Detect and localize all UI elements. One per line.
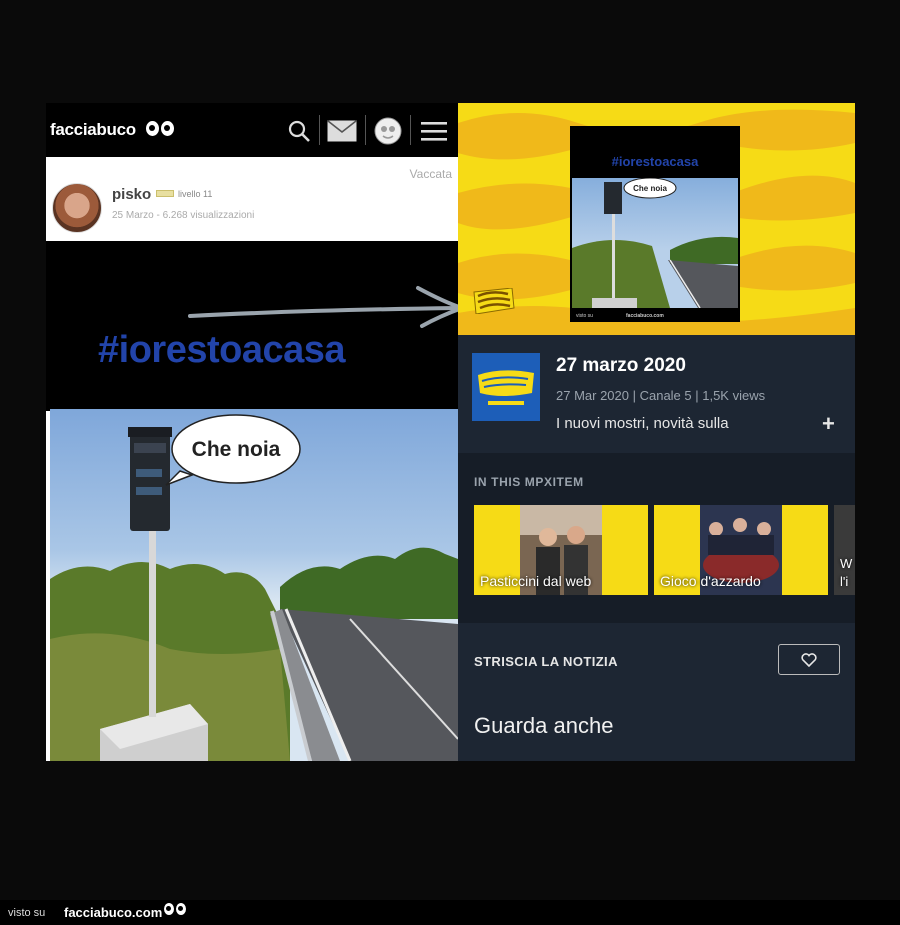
toolbar-divider xyxy=(319,115,320,145)
user-avatar[interactable] xyxy=(52,183,102,233)
post-header: Vaccata pisko livello 11 25 Marzo - 6.26… xyxy=(46,157,458,241)
footer-eyes-logo-icon xyxy=(164,903,188,919)
facciabuco-eyes-logo-icon xyxy=(146,121,176,141)
thumbnail-hashtag: #iorestoacasa xyxy=(611,154,699,169)
heart-icon xyxy=(801,652,817,667)
video-banner[interactable]: #iorestoacasa Che noia visto su facciabu… xyxy=(458,103,855,335)
speed-camera-road-illustration: Che noia xyxy=(50,414,458,761)
speech-bubble-text: Che noia xyxy=(192,438,281,461)
thumbnail-bubble-text: Che noia xyxy=(633,184,667,193)
watermark-footer: visto su facciabuco.com xyxy=(0,900,900,925)
thumbnail-visto-su: visto su xyxy=(576,313,593,319)
clip-caption: Pasticcini dal web xyxy=(480,573,592,589)
episode-thumbnail[interactable] xyxy=(472,353,540,421)
username[interactable]: pisko xyxy=(112,186,151,203)
clip-card[interactable]: Gioco d'azzardo xyxy=(654,505,828,595)
show-row: STRISCIA LA NOTIZIA xyxy=(458,623,855,693)
thumbnail-footer: visto su facciabuco.com xyxy=(570,310,740,322)
facciabuco-logo-text[interactable]: facciabuco xyxy=(50,120,136,140)
clip-caption: W l'i xyxy=(840,556,853,589)
episode-meta: 27 Mar 2020 | Canale 5 | 1,5K views xyxy=(556,388,766,403)
post-category[interactable]: Vaccata xyxy=(410,167,452,181)
post-photo: Che noia xyxy=(50,409,458,761)
episode-info: 27 marzo 2020 27 Mar 2020 | Canale 5 | 1… xyxy=(458,335,855,453)
post-thumbnail[interactable]: #iorestoacasa Che noia visto su facciabu… xyxy=(570,126,740,322)
clip-card[interactable]: Pasticcini dal web xyxy=(474,505,648,595)
striscia-logo-icon xyxy=(473,288,515,314)
toolbar-divider xyxy=(410,115,411,145)
show-name[interactable]: STRISCIA LA NOTIZIA xyxy=(474,654,618,669)
thumbnail-photo: Che noia xyxy=(572,178,738,308)
in-this-section: IN THIS MPXITEM Pasticcini dal web Gioco… xyxy=(458,453,855,623)
facciabuco-top-bar: facciabuco xyxy=(46,103,458,157)
clip-card[interactable]: W l'i xyxy=(834,505,855,595)
user-avatar-icon[interactable] xyxy=(371,115,405,147)
visto-su-label: visto su xyxy=(8,907,46,919)
video-app-panel: #iorestoacasa Che noia visto su facciabu… xyxy=(458,103,855,761)
clip-caption: Gioco d'azzardo xyxy=(660,573,761,589)
level-badge-icon xyxy=(156,190,174,197)
hashtag-text: #iorestoacasa xyxy=(98,329,346,371)
see-also-heading: Guarda anche xyxy=(474,713,614,738)
search-icon[interactable] xyxy=(284,115,314,147)
episode-description: I nuovi mostri, novità sulla xyxy=(556,415,729,432)
hamburger-menu-icon[interactable] xyxy=(418,115,450,147)
footer-site-link[interactable]: facciabuco.com xyxy=(64,905,162,920)
favorite-button[interactable] xyxy=(778,644,840,675)
episode-title[interactable]: 27 marzo 2020 xyxy=(556,355,686,377)
expand-plus-icon[interactable]: + xyxy=(822,411,835,437)
post-meta: 25 Marzo - 6.268 visualizzazioni xyxy=(112,210,255,221)
facciabuco-post-panel: facciabuco Vaccata pisko livello 11 25 M… xyxy=(46,103,458,761)
mail-icon[interactable] xyxy=(325,115,359,147)
user-level: livello 11 xyxy=(178,189,213,199)
in-this-label: IN THIS MPXITEM xyxy=(474,475,584,489)
connecting-arrow-icon xyxy=(188,286,469,328)
toolbar-divider xyxy=(365,115,366,145)
thumbnail-site: facciabuco.com xyxy=(626,313,664,319)
